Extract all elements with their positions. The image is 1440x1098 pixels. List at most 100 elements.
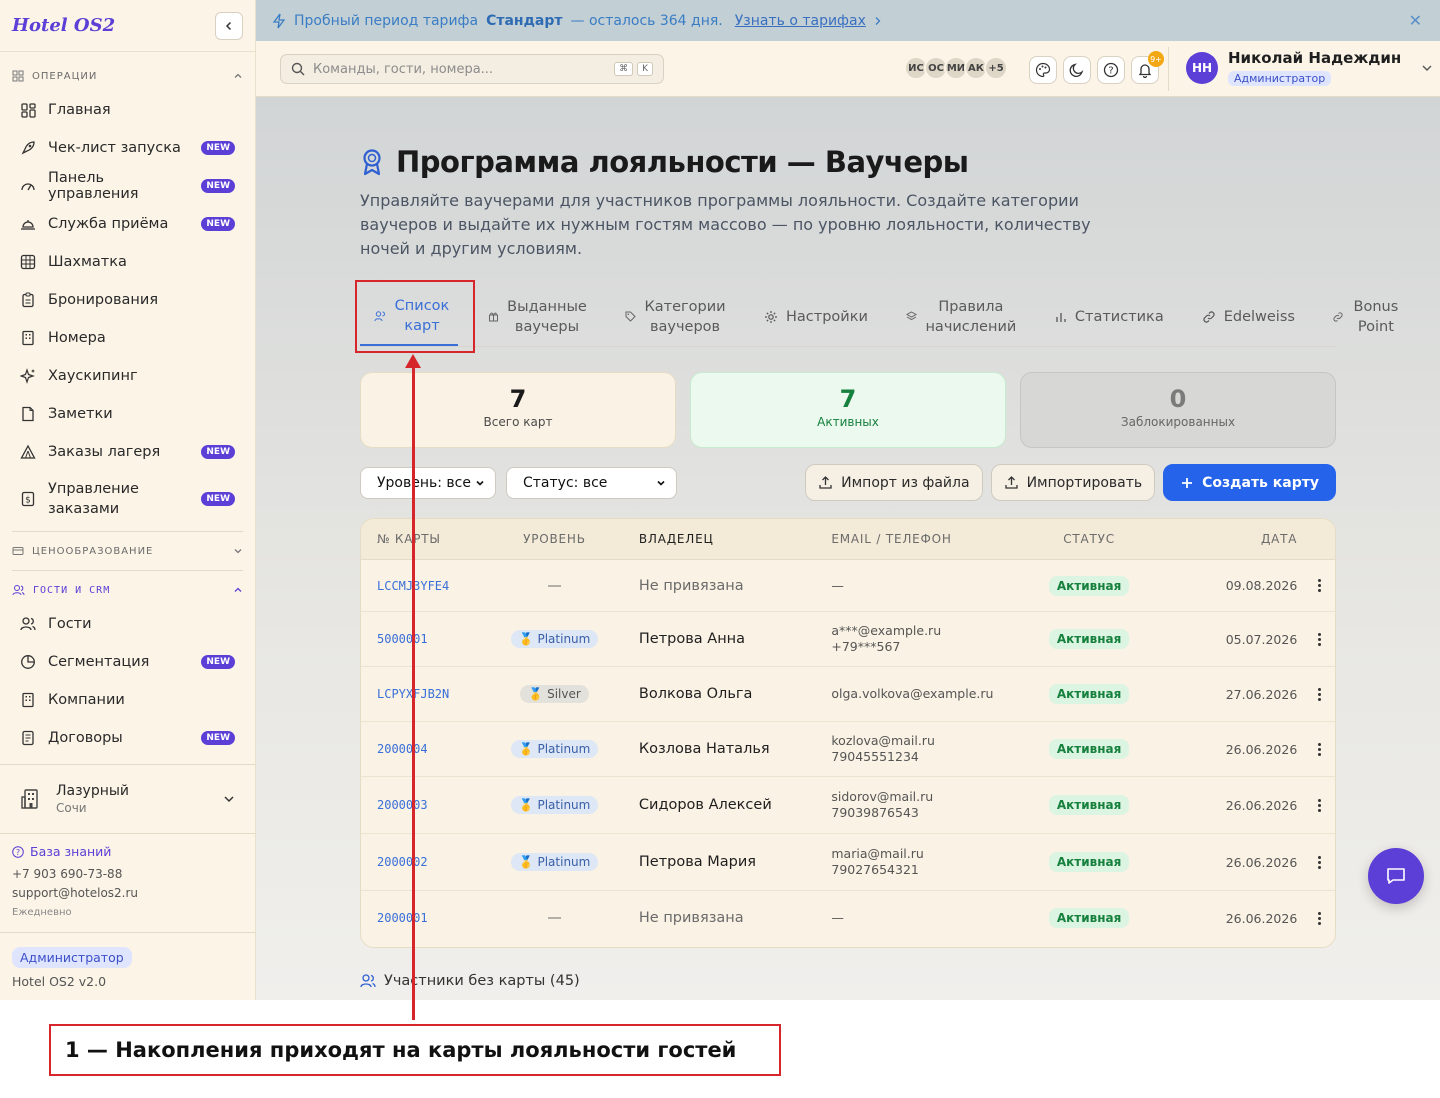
sidebar-item-chessboard[interactable]: Шахматка bbox=[0, 243, 255, 281]
tab-accrual-rules[interactable]: Правила начислений bbox=[898, 287, 1025, 346]
create-card-button[interactable]: Создать карту bbox=[1163, 464, 1336, 501]
column-header[interactable]: № КАРТЫ bbox=[361, 532, 490, 546]
table-row[interactable]: 2000003 🥇 Platinum Сидоров Алексей sidoro… bbox=[361, 777, 1335, 834]
column-header[interactable]: ДАТА bbox=[1159, 532, 1298, 546]
collapse-sidebar-button[interactable] bbox=[215, 11, 243, 40]
stat-value: 7 bbox=[509, 385, 527, 413]
building-icon bbox=[20, 330, 36, 346]
sidebar-item-camp-orders[interactable]: Заказы лагеря NEW bbox=[0, 433, 255, 471]
card-number-link[interactable]: LCCMJ3YFE4 bbox=[361, 579, 490, 593]
dark-mode-button[interactable] bbox=[1063, 56, 1091, 84]
table-row[interactable]: 2000002 🥇 Platinum Петрова Мария maria@ma… bbox=[361, 834, 1335, 891]
role-badge: Администратор bbox=[12, 947, 132, 968]
knowledge-base-link[interactable]: ? База знаний bbox=[12, 842, 138, 861]
import-file-button[interactable]: Импорт из файла bbox=[805, 464, 983, 501]
notification-count: 9+ bbox=[1148, 51, 1164, 67]
support-phone[interactable]: +7 903 690-73-88 bbox=[12, 865, 138, 884]
sidebar-item-housekeeping[interactable]: Хаускипинг bbox=[0, 357, 255, 395]
sidebar-item-guests[interactable]: Гости bbox=[0, 605, 255, 643]
table-row[interactable]: 5000001 🥇 Platinum Петрова Анна a***@exam… bbox=[361, 612, 1335, 667]
card-number-link[interactable]: 2000001 bbox=[361, 911, 490, 925]
pricing-link[interactable]: Узнать о тарифах bbox=[735, 13, 866, 29]
moon-icon bbox=[1069, 63, 1084, 78]
level-cell: 🥇 Platinum bbox=[490, 853, 619, 871]
search-input[interactable]: Команды, гости, номера... bbox=[313, 62, 493, 77]
sidebar-item-companies[interactable]: Компании bbox=[0, 681, 255, 719]
tab-statistics[interactable]: Статистика bbox=[1047, 287, 1172, 346]
online-users[interactable]: ИС ОС МИ АК +5 bbox=[904, 56, 1008, 80]
users-icon bbox=[360, 974, 376, 988]
table-row[interactable]: 2000004 🥇 Platinum Козлова Наталья kozlov… bbox=[361, 722, 1335, 777]
theme-palette-button[interactable] bbox=[1029, 56, 1057, 84]
medal-icon: 🥇 bbox=[518, 855, 534, 869]
table-row[interactable]: LCPYXFJB2N 🥇Silver Волкова Ольга olga.vo… bbox=[361, 667, 1335, 722]
sidebar-item-order-management[interactable]: $ Управление заказами NEW bbox=[0, 471, 255, 527]
help-icon: ? bbox=[1103, 62, 1119, 78]
sidebar-item-checklist[interactable]: Чек-лист запуска NEW bbox=[0, 129, 255, 167]
card-number-link[interactable]: 2000003 bbox=[361, 798, 490, 812]
sidebar-item-label: Хаускипинг bbox=[48, 368, 138, 384]
button-label: Импорт из файла bbox=[841, 474, 970, 491]
tab-voucher-categories[interactable]: Категории ваучеров bbox=[617, 287, 734, 346]
row-menu-button[interactable] bbox=[1303, 798, 1335, 812]
bar-chart-icon bbox=[1055, 311, 1067, 323]
column-header[interactable]: EMAIL / ТЕЛЕФОН bbox=[811, 531, 1019, 547]
search-bar[interactable]: Команды, гости, номера... ⌘ K bbox=[280, 54, 664, 84]
grid-icon bbox=[12, 70, 24, 82]
members-without-card[interactable]: Участники без карты (45) bbox=[360, 973, 580, 989]
card-number-link[interactable]: 5000001 bbox=[361, 632, 490, 646]
row-menu-button[interactable] bbox=[1303, 579, 1335, 592]
tab-label: Edelweiss bbox=[1223, 308, 1295, 325]
stat-label: Активных bbox=[817, 415, 879, 429]
topbar: Команды, гости, номера... ⌘ K ИС ОС МИ А… bbox=[256, 41, 1440, 97]
date-cell: 26.06.2026 bbox=[1225, 797, 1298, 813]
tab-label: Статистика bbox=[1074, 308, 1164, 325]
column-header[interactable]: СТАТУС bbox=[1020, 532, 1159, 546]
sidebar-item-home[interactable]: Главная bbox=[0, 91, 255, 129]
sidebar-item-notes[interactable]: Заметки bbox=[0, 395, 255, 433]
sidebar-item-segmentation[interactable]: Сегментация NEW bbox=[0, 643, 255, 681]
tab-label: Правила начислений bbox=[925, 298, 1017, 335]
tab-issued-vouchers[interactable]: Выданные ваучеры bbox=[480, 287, 595, 346]
card-number-link[interactable]: 2000002 bbox=[361, 855, 490, 869]
sidebar-item-rooms[interactable]: Номера bbox=[0, 319, 255, 357]
svg-text:?: ? bbox=[16, 848, 20, 857]
user-menu[interactable]: НН Николай Надеждин Администратор bbox=[1186, 49, 1433, 86]
column-header[interactable]: УРОВЕНЬ bbox=[490, 532, 619, 546]
date-cell: 09.08.2026 bbox=[1225, 578, 1298, 593]
row-menu-button[interactable] bbox=[1303, 742, 1335, 756]
sidebar-item-bookings[interactable]: Бронирования bbox=[0, 281, 255, 319]
row-menu-button[interactable] bbox=[1303, 855, 1335, 869]
section-crm[interactable]: ГОСТИ И CRM bbox=[0, 575, 255, 605]
contact-email: maria@mail.ru bbox=[831, 846, 924, 861]
table-row[interactable]: LCCMJ3YFE4 — Не привязана — Активная 09.… bbox=[361, 560, 1335, 612]
row-menu-button[interactable] bbox=[1303, 687, 1335, 701]
new-badge: NEW bbox=[201, 179, 235, 193]
row-menu-button[interactable] bbox=[1303, 911, 1335, 925]
row-menu-button[interactable] bbox=[1303, 632, 1335, 646]
notifications-button[interactable]: 9+ bbox=[1131, 51, 1164, 84]
card-number-link[interactable]: 2000004 bbox=[361, 742, 490, 756]
import-button[interactable]: Импортировать bbox=[990, 464, 1156, 501]
column-header[interactable]: ВЛАДЕЛЕЦ bbox=[619, 532, 811, 546]
section-pricing[interactable]: ЦЕНООБРАЗОВАНИЕ bbox=[0, 536, 255, 566]
sidebar-item-front-desk[interactable]: Служба приёма NEW bbox=[0, 205, 255, 243]
support-email[interactable]: support@hotelos2.ru bbox=[12, 884, 138, 903]
owner-name: Не привязана bbox=[638, 577, 744, 594]
level-label: Platinum bbox=[537, 855, 591, 869]
table-row[interactable]: 2000001 — Не привязана — Активная 26.06.… bbox=[361, 891, 1335, 945]
card-number-link[interactable]: LCPYXFJB2N bbox=[361, 687, 490, 701]
help-button[interactable]: ? bbox=[1097, 56, 1125, 84]
tab-settings[interactable]: Настройки bbox=[756, 287, 876, 346]
section-label: ЦЕНООБРАЗОВАНИЕ bbox=[32, 545, 154, 557]
tab-bonus-point[interactable]: Bonus Point bbox=[1325, 287, 1409, 346]
sidebar-item-dashboard[interactable]: Панель управления NEW bbox=[0, 167, 255, 205]
section-operations[interactable]: ОПЕРАЦИИ bbox=[0, 61, 255, 91]
chat-button[interactable] bbox=[1368, 848, 1424, 904]
level-filter-select[interactable]: Уровень: все bbox=[360, 467, 496, 499]
sidebar-item-contracts[interactable]: Договоры NEW bbox=[0, 719, 255, 757]
status-filter-select[interactable]: Статус: все bbox=[506, 467, 677, 499]
hotel-selector[interactable]: Лазурный Сочи bbox=[0, 764, 255, 834]
tab-edelweiss[interactable]: Edelweiss bbox=[1194, 287, 1303, 346]
banner-close-icon[interactable]: ✕ bbox=[1409, 11, 1422, 30]
